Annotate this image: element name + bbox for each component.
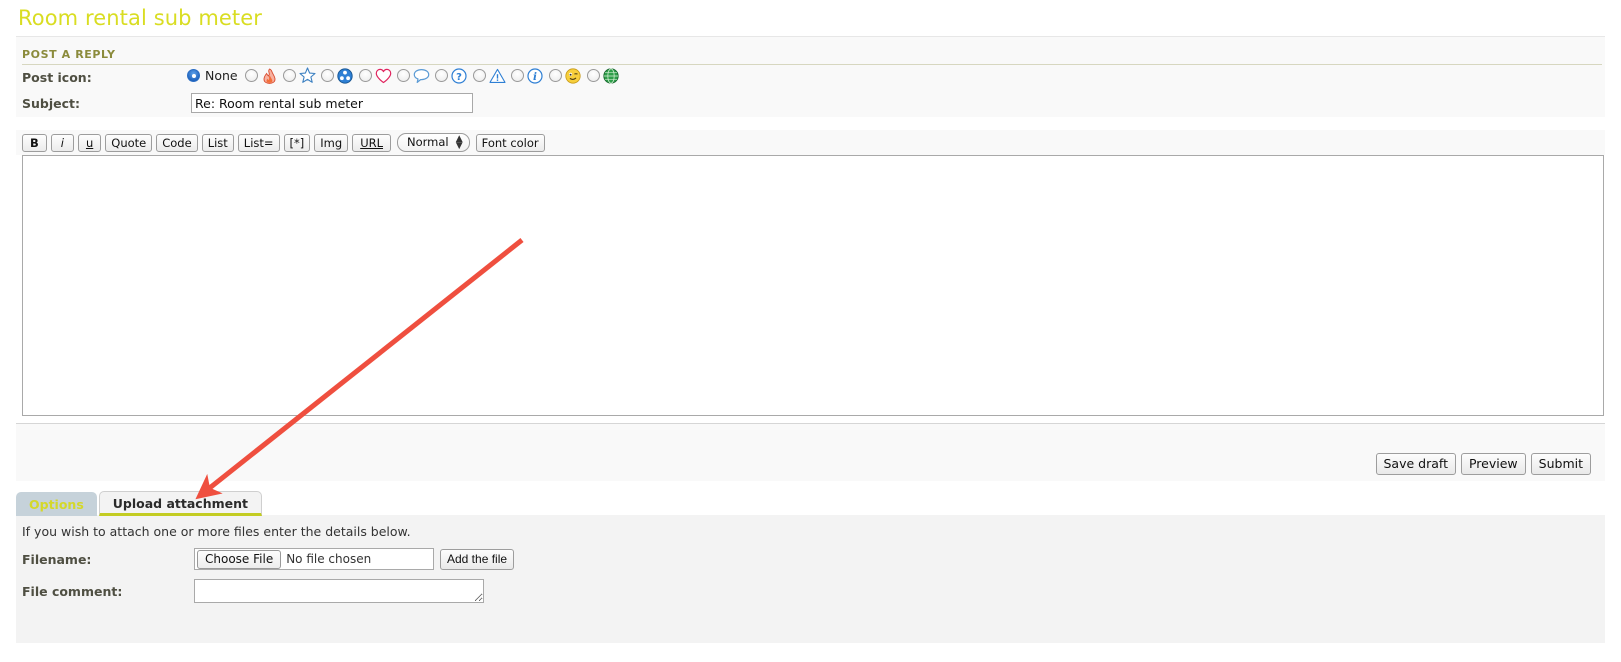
- post-icon-option-question[interactable]: ?: [434, 67, 468, 84]
- post-icon-option-radioactive[interactable]: [320, 67, 354, 84]
- globe-icon: [603, 67, 620, 84]
- speech-bubble-icon: [413, 67, 430, 84]
- preview-button[interactable]: Preview: [1460, 453, 1526, 475]
- list-button[interactable]: List: [201, 133, 234, 152]
- add-the-file-button[interactable]: Add the file: [440, 548, 515, 570]
- post-icon-option-smiley[interactable]: [548, 67, 582, 84]
- panel-header: POST A REPLY: [16, 37, 1605, 65]
- file-picker[interactable]: Choose File No file chosen: [194, 548, 434, 570]
- post-icon-option-bubble[interactable]: [396, 67, 430, 84]
- message-editor: B i u Quote Code List List= [*] Img URL …: [16, 130, 1605, 416]
- code-button[interactable]: Code: [156, 133, 198, 152]
- radio-flame[interactable]: [244, 69, 258, 82]
- quote-button[interactable]: Quote: [105, 133, 153, 152]
- svg-text:?: ?: [456, 71, 462, 82]
- bbcode-toolbar: B i u Quote Code List List= [*] Img URL …: [16, 130, 1605, 155]
- post-icon-option-star[interactable]: [282, 67, 316, 84]
- radio-question[interactable]: [434, 69, 448, 82]
- post-icon-label: Post icon:: [22, 70, 92, 85]
- save-draft-button[interactable]: Save draft: [1375, 453, 1456, 475]
- subject-row: Subject:: [16, 89, 1605, 117]
- radio-smiley[interactable]: [548, 69, 562, 82]
- heart-icon: [375, 67, 392, 84]
- post-icon-option-globe[interactable]: [586, 67, 620, 84]
- flame-icon: [261, 67, 278, 84]
- radio-globe[interactable]: [586, 69, 600, 82]
- choose-file-button[interactable]: Choose File: [197, 549, 282, 569]
- no-file-chosen-text: No file chosen: [286, 552, 372, 566]
- radio-heart[interactable]: [358, 69, 372, 82]
- font-color-button[interactable]: Font color: [475, 133, 545, 152]
- post-icon-none-label: None: [205, 68, 238, 83]
- radio-bubble[interactable]: [396, 69, 410, 82]
- post-icon-option-info[interactable]: i: [510, 67, 544, 84]
- post-icon-option-none[interactable]: None: [187, 68, 240, 83]
- submit-button[interactable]: Submit: [1530, 453, 1591, 475]
- post-icon-option-warning[interactable]: [472, 67, 506, 84]
- page-title: Room rental sub meter: [18, 6, 263, 30]
- message-textarea[interactable]: [22, 155, 1604, 416]
- image-button[interactable]: Img: [314, 133, 349, 152]
- upload-attachment-panel: If you wish to attach one or more files …: [16, 515, 1605, 643]
- filename-row: Filename: Choose File No file chosen Add…: [16, 539, 1605, 570]
- radio-radioactive[interactable]: [320, 69, 334, 82]
- font-size-selected-value: Normal: [407, 135, 449, 149]
- list-item-button[interactable]: [*]: [283, 133, 311, 152]
- ordered-list-button[interactable]: List=: [237, 133, 280, 152]
- attachment-tabs: Options Upload attachment: [16, 491, 262, 516]
- post-icon-option-flame[interactable]: [244, 67, 278, 84]
- radio-info[interactable]: [510, 69, 524, 82]
- radio-star[interactable]: [282, 69, 296, 82]
- bold-button[interactable]: B: [22, 133, 47, 152]
- tab-upload-attachment[interactable]: Upload attachment: [98, 491, 262, 516]
- file-comment-row: File comment:: [16, 570, 1605, 603]
- post-reply-page: Room rental sub meter POST A REPLY Post …: [0, 0, 1621, 662]
- tab-options[interactable]: Options: [16, 492, 97, 516]
- submit-buttons: Save draft Preview Submit: [1375, 453, 1591, 475]
- italic-button[interactable]: i: [50, 133, 74, 152]
- svg-text:i: i: [533, 71, 537, 83]
- file-comment-label: File comment:: [22, 583, 123, 599]
- post-icon-choices: None ? i: [187, 67, 625, 84]
- radio-none[interactable]: [187, 69, 200, 82]
- star-icon: [299, 67, 316, 84]
- subject-label: Subject:: [22, 96, 80, 111]
- chevron-updown-icon: ▲ ▼: [455, 133, 463, 151]
- post-reply-panel: POST A REPLY Post icon: None ? i Subject…: [16, 36, 1605, 117]
- subject-input[interactable]: [191, 93, 473, 113]
- font-size-select[interactable]: Normal ▲ ▼: [397, 133, 470, 152]
- info-icon: i: [527, 67, 544, 84]
- radioactive-icon: [337, 67, 354, 84]
- radio-warning[interactable]: [472, 69, 486, 82]
- underline-button[interactable]: u: [77, 133, 102, 152]
- smiley-icon: [565, 67, 582, 84]
- post-icon-option-heart[interactable]: [358, 67, 392, 84]
- submit-bar: Save draft Preview Submit: [16, 423, 1605, 481]
- post-icon-row: Post icon: None ? i: [16, 63, 1605, 89]
- question-mark-icon: ?: [451, 67, 468, 84]
- filename-label: Filename:: [22, 551, 92, 567]
- panel-heading-text: POST A REPLY: [22, 48, 1602, 65]
- attachment-intro-text: If you wish to attach one or more files …: [22, 524, 411, 539]
- url-button[interactable]: URL: [352, 133, 392, 152]
- warning-triangle-icon: [489, 67, 506, 84]
- file-comment-textarea[interactable]: [194, 579, 484, 603]
